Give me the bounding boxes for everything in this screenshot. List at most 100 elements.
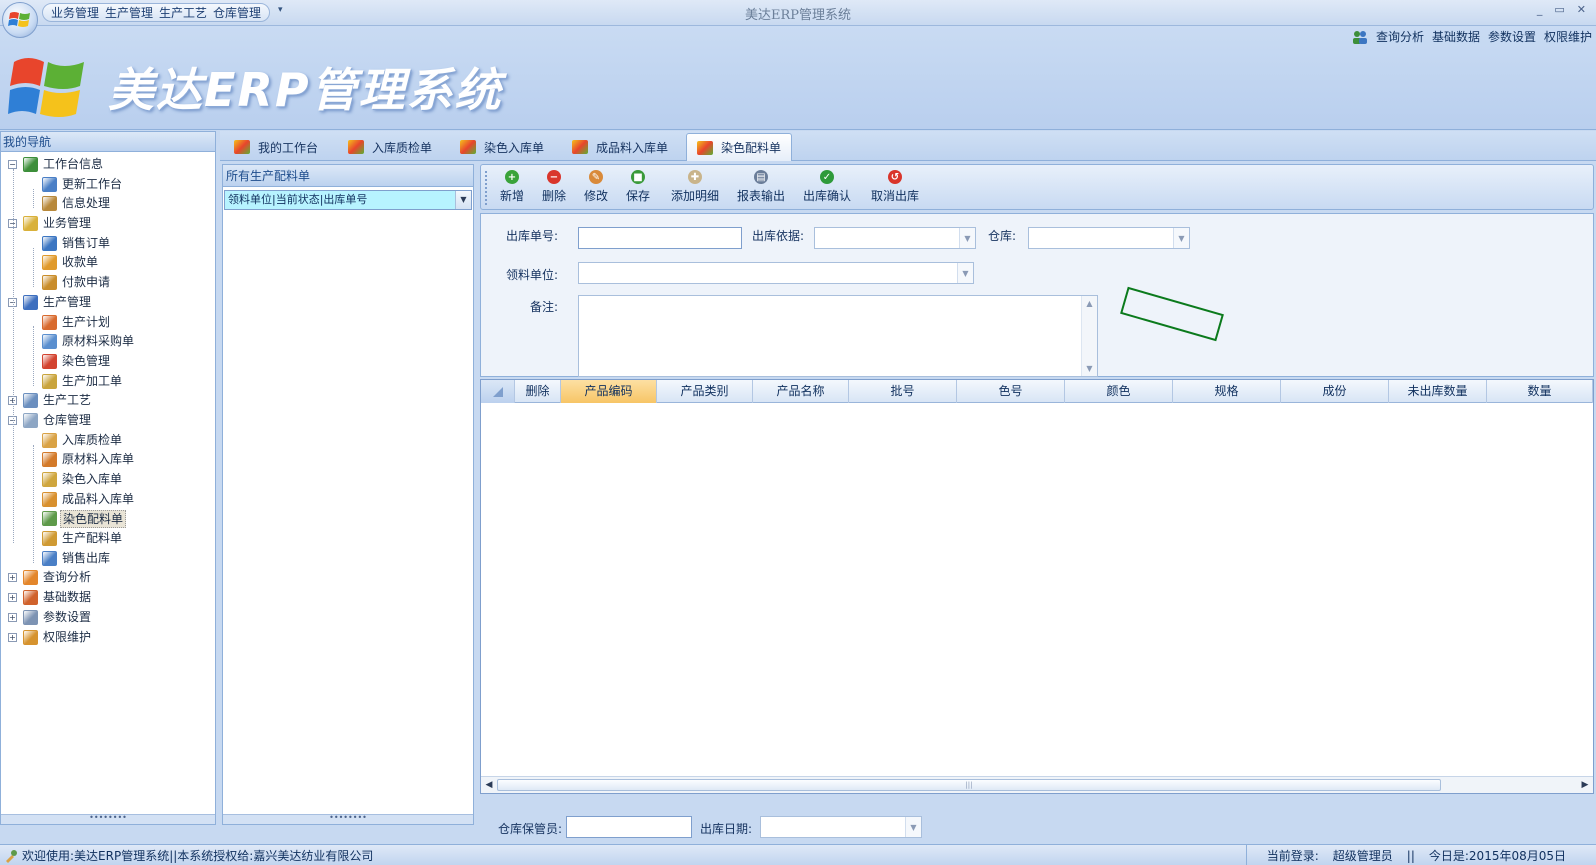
grid-column-header[interactable]: 数量	[1487, 380, 1593, 403]
nav-heading: 我的导航	[1, 132, 215, 152]
scroll-thumb[interactable]: |||	[497, 779, 1441, 791]
grid-column-header[interactable]: 色号	[957, 380, 1065, 403]
remarks-textarea[interactable]: ▲ ▼	[578, 295, 1098, 377]
close-icon[interactable]: ✕	[1577, 3, 1586, 16]
nav-item-icon	[42, 531, 57, 547]
tab-label: 入库质检单	[372, 140, 433, 155]
nav-group[interactable]: + 查询分析	[1, 568, 215, 588]
chevron-down-icon[interactable]: ▼	[455, 191, 471, 209]
remarks-scrollbar[interactable]: ▲ ▼	[1081, 296, 1097, 376]
tab-3[interactable]: 成品料入库单	[562, 133, 678, 161]
tab-2[interactable]: 染色入库单	[450, 133, 554, 161]
scroll-left-icon[interactable]: ◀	[481, 777, 497, 793]
tab-0[interactable]: 我的工作台	[224, 133, 328, 161]
chevron-down-icon[interactable]: ▼	[957, 263, 973, 283]
header-link-basic-data[interactable]: 基础数据	[1432, 28, 1480, 45]
nav-item-icon	[23, 294, 38, 310]
nav-resize-grip[interactable]: ••••••••	[1, 814, 215, 824]
grid-hscrollbar[interactable]: ◀ ||| ▶	[481, 776, 1593, 793]
nav-group[interactable]: + 权限维护	[1, 628, 215, 648]
minimize-icon[interactable]: _	[1537, 3, 1543, 16]
grid-column-header[interactable]: 规格	[1173, 380, 1281, 403]
tools-icon	[6, 849, 17, 863]
toolbar-button-5[interactable]: ▤ 报表输出	[733, 168, 789, 208]
chevron-down-icon[interactable]: ▼	[1173, 228, 1189, 248]
scroll-right-icon[interactable]: ▶	[1577, 777, 1593, 793]
nav-item-icon	[23, 216, 38, 232]
toolbar-button-4[interactable]: ✚ 添加明细	[667, 168, 723, 208]
header-link-permissions[interactable]: 权限维护	[1544, 28, 1592, 45]
outbound-date-label: 出库日期:	[699, 822, 752, 836]
chevron-down-icon[interactable]: ▼	[905, 817, 921, 837]
toolbar-button-2[interactable]: ✎ 修改	[579, 168, 613, 208]
window-title: 美达ERP管理系统	[744, 8, 852, 23]
toolbar-button-label: 保存	[625, 189, 650, 203]
status-bar: 欢迎使用:美达ERP管理系统||本系统授权给:嘉兴美达纺业有限公司 当前登录: …	[0, 844, 1596, 865]
windows-logo-icon	[8, 12, 30, 27]
outbound-no-label: 出库单号:	[505, 229, 558, 243]
outbound-date-picker[interactable]: ▼	[760, 816, 922, 838]
list-filter-combo[interactable]: 领料单位|当前状态|出库单号 ▼	[224, 190, 472, 210]
nav-group[interactable]: + 基础数据	[1, 588, 215, 608]
grid-column-header[interactable]: 删除	[515, 380, 561, 403]
nav-item-icon	[42, 491, 57, 507]
grid-corner[interactable]	[481, 380, 515, 403]
grid-column-header[interactable]: 产品名称	[753, 380, 849, 403]
tree-guide-line	[13, 168, 14, 544]
grid-column-header[interactable]: 批号	[849, 380, 957, 403]
nav-group[interactable]: + 生产工艺	[1, 391, 215, 411]
outbound-basis-select[interactable]: ▼	[814, 227, 976, 249]
nav-item-icon	[42, 550, 57, 566]
grid-column-header[interactable]: 成份	[1281, 380, 1389, 403]
toolbar-button-3[interactable]: ■ 保存	[621, 168, 655, 208]
nav-group[interactable]: − 工作台信息	[1, 155, 215, 175]
toolbar-button-0[interactable]: + 新增	[495, 168, 529, 208]
list-resize-grip[interactable]: ••••••••	[223, 814, 473, 824]
nav-item-icon	[42, 511, 57, 527]
expand-icon[interactable]: +	[8, 612, 17, 622]
grid-column-header[interactable]: 未出库数量	[1389, 380, 1487, 403]
app-menu-orb[interactable]	[2, 2, 38, 38]
scroll-up-icon[interactable]: ▲	[1082, 296, 1097, 311]
toolbar-button-1[interactable]: − 删除	[537, 168, 571, 208]
nav-group[interactable]: − 业务管理	[1, 214, 215, 234]
header-link-query[interactable]: 查询分析	[1376, 28, 1424, 45]
nav-item-label: 查询分析	[43, 570, 92, 585]
warehouse-select[interactable]: ▼	[1028, 227, 1190, 249]
tree-guide-line	[33, 326, 34, 386]
nav-item-label: 仓库管理	[43, 412, 92, 427]
keeper-input[interactable]	[566, 816, 692, 838]
expand-icon[interactable]: +	[8, 593, 17, 603]
nav-group[interactable]: + 参数设置	[1, 608, 215, 628]
outbound-no-input[interactable]	[578, 227, 742, 249]
nav-item-icon	[42, 452, 57, 468]
toolbar-button-6[interactable]: ✓ 出库确认	[799, 168, 855, 208]
receiving-unit-select[interactable]: ▼	[578, 262, 974, 284]
expand-icon[interactable]: +	[8, 573, 17, 583]
tab-4[interactable]: 染色配料单	[686, 133, 793, 161]
toolbar-grip[interactable]	[485, 171, 487, 205]
tree-guide-line	[33, 444, 34, 563]
nav-item-icon	[42, 235, 57, 251]
restore-icon[interactable]: ▭	[1554, 3, 1564, 16]
nav-item-icon	[23, 393, 38, 409]
grid-column-header[interactable]: 产品编码	[561, 380, 657, 403]
toolbar-button-7[interactable]: ↺ 取消出库	[867, 168, 923, 208]
tab-1[interactable]: 入库质检单	[338, 133, 442, 161]
nav-item-icon	[23, 157, 38, 172]
tab-label: 成品料入库单	[596, 140, 669, 155]
nav-group[interactable]: − 仓库管理	[1, 411, 215, 431]
toolbar-button-label: 新增	[499, 189, 524, 203]
collapse-icon[interactable]: −	[8, 160, 17, 169]
chevron-down-icon[interactable]: ▼	[959, 228, 975, 248]
scroll-down-icon[interactable]: ▼	[1082, 361, 1097, 376]
window-controls: _ ▭ ✕	[1537, 3, 1586, 16]
grid-column-header[interactable]: 产品类别	[657, 380, 753, 403]
app-big-title: 美达ERP管理系统	[108, 63, 503, 117]
nav-group[interactable]: − 生产管理	[1, 293, 215, 313]
grid-column-header[interactable]: 颜色	[1065, 380, 1173, 403]
expand-icon[interactable]: +	[8, 632, 17, 642]
header-link-params[interactable]: 参数设置	[1488, 28, 1536, 45]
nav-item-label: 染色配料单	[60, 510, 127, 529]
toolbar-button-label: 修改	[583, 189, 608, 203]
